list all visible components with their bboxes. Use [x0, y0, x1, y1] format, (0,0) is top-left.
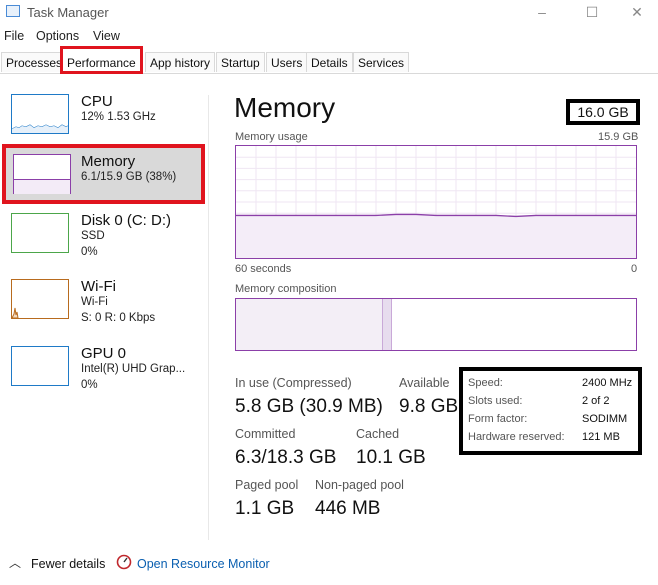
menu-file[interactable]: File — [4, 29, 24, 43]
sidebar-item-gpu[interactable]: GPU 0 Intel(R) UHD Grap... 0% — [0, 340, 206, 400]
minimize-button[interactable]: – — [527, 2, 557, 22]
cpu-thumbnail-graph — [11, 94, 69, 134]
title-bar: Task Manager – ☐ ✕ — [0, 0, 658, 26]
spec-label: Hardware reserved: — [468, 431, 565, 443]
memory-usage-area — [236, 214, 636, 258]
footer-bar: ︿ Fewer details Open Resource Monitor — [0, 548, 658, 578]
sidebar-item-title: Disk 0 (C: D:) — [81, 212, 171, 229]
tab-processes[interactable]: Processes — [1, 52, 68, 72]
tab-users[interactable]: Users — [266, 52, 308, 72]
tab-performance[interactable]: Performance — [60, 46, 143, 74]
page-title: Memory — [234, 92, 336, 123]
window-title: Task Manager — [27, 5, 109, 20]
sidebar-item-sub: Intel(R) UHD Grap... — [81, 363, 186, 375]
memory-usage-chart — [236, 146, 636, 258]
spec-value: SODIMM — [582, 413, 628, 425]
menu-bar: File Options View — [0, 27, 658, 45]
in-use-value: 5.8 GB (30.9 MB) — [235, 396, 383, 417]
committed-label: Committed — [235, 427, 296, 441]
sidebar-item-sub: 12% 1.53 GHz — [81, 111, 156, 123]
available-value: 9.8 GB — [399, 396, 459, 417]
memory-usage-max: 15.9 GB — [598, 131, 639, 143]
maximize-button[interactable]: ☐ — [577, 2, 607, 22]
tab-app-history[interactable]: App history — [145, 52, 216, 72]
task-manager-icon — [6, 5, 20, 17]
non-paged-pool-value: 446 MB — [315, 498, 381, 519]
time-axis-start: 60 seconds — [235, 263, 292, 275]
spec-label: Speed: — [468, 377, 503, 389]
sidebar-item-title: Wi-Fi — [81, 278, 116, 295]
available-label: Available — [399, 376, 450, 390]
wifi-thumbnail-graph — [11, 279, 69, 319]
gpu-thumbnail-graph — [11, 346, 69, 386]
close-button[interactable]: ✕ — [622, 2, 652, 22]
menu-view[interactable]: View — [93, 29, 120, 43]
sidebar-item-wifi[interactable]: Wi-Fi Wi-Fi S: 0 R: 0 Kbps — [0, 273, 206, 333]
tab-startup[interactable]: Startup — [216, 52, 265, 72]
spec-label: Slots used: — [468, 395, 523, 407]
memory-usage-label: Memory usage — [235, 131, 308, 143]
memory-usage-graph — [235, 145, 637, 259]
in-use-segment — [236, 299, 382, 350]
disk-thumbnail-graph — [11, 213, 69, 253]
sidebar-item-title: Memory — [81, 153, 136, 170]
sidebar-item-sub2: S: 0 R: 0 Kbps — [81, 312, 156, 324]
spec-value: 2 of 2 — [582, 395, 610, 407]
sidebar-item-cpu[interactable]: CPU 12% 1.53 GHz — [0, 88, 206, 148]
open-resource-monitor-link[interactable]: Open Resource Monitor — [137, 557, 270, 571]
cached-value: 10.1 GB — [356, 447, 426, 468]
sidebar-item-disk[interactable]: Disk 0 (C: D:) SSD 0% — [0, 207, 206, 267]
spec-value: 121 MB — [582, 431, 620, 443]
time-axis-end: 0 — [631, 263, 638, 275]
paged-pool-label: Paged pool — [235, 478, 299, 492]
chevron-up-icon[interactable]: ︿ — [9, 554, 21, 571]
tab-details[interactable]: Details — [306, 52, 353, 72]
sidebar-item-sub: 6.1/15.9 GB (38%) — [81, 171, 177, 183]
spec-value: 2400 MHz — [582, 377, 633, 389]
sidebar-item-memory[interactable]: Memory 6.1/15.9 GB (38%) — [2, 144, 205, 204]
fewer-details-button[interactable]: Fewer details — [31, 557, 105, 571]
tab-services[interactable]: Services — [353, 52, 410, 72]
memory-specs-box: Speed: 2400 MHz Slots used: 2 of 2 Form … — [459, 367, 642, 455]
modified-segment — [382, 299, 392, 350]
in-use-label: In use (Compressed) — [235, 376, 352, 390]
sidebar-item-sub2: 0% — [81, 379, 98, 391]
sidebar-item-title: GPU 0 — [81, 345, 127, 362]
sidebar-item-sub2: 0% — [81, 246, 98, 258]
sidebar-divider — [208, 95, 209, 540]
sidebar-item-sub: SSD — [81, 230, 105, 242]
non-paged-pool-label: Non-paged pool — [315, 478, 404, 492]
memory-composition-bar — [235, 298, 637, 351]
sidebar-item-sub: Wi-Fi — [81, 296, 108, 308]
memory-capacity: 16.0 GB — [566, 99, 640, 125]
sidebar-item-title: CPU — [81, 93, 113, 110]
committed-value: 6.3/18.3 GB — [235, 447, 337, 468]
memory-composition-label: Memory composition — [235, 283, 337, 295]
cached-label: Cached — [356, 427, 400, 441]
memory-thumbnail-graph — [13, 154, 71, 194]
paged-pool-value: 1.1 GB — [235, 498, 295, 519]
menu-options[interactable]: Options — [36, 29, 79, 43]
resource-monitor-icon — [116, 554, 132, 570]
spec-label: Form factor: — [468, 413, 528, 425]
